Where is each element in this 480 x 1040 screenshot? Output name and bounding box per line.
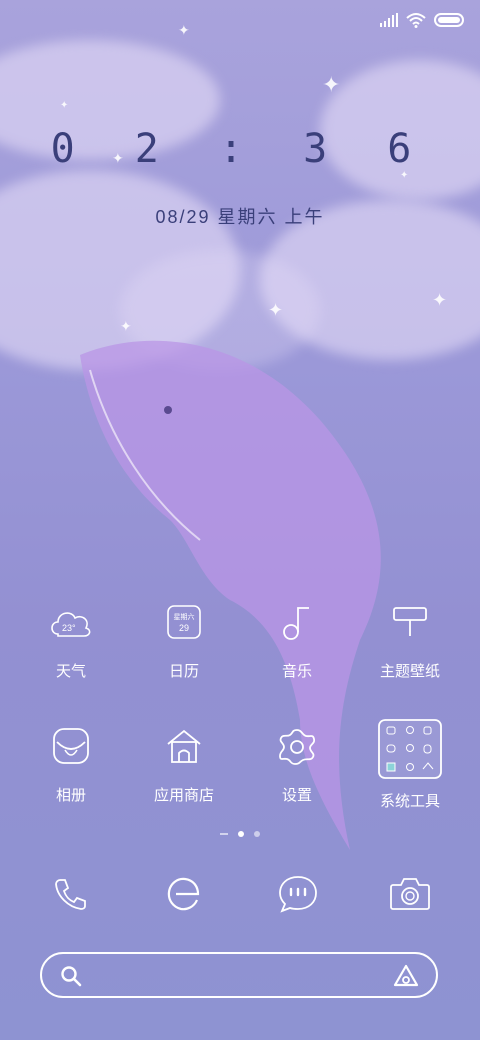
- page-indicator-dot: [254, 831, 260, 837]
- dock-messages[interactable]: [276, 872, 320, 916]
- browser-icon: [167, 877, 200, 911]
- app-label: 设置: [281, 787, 312, 804]
- assistant-icon[interactable]: [392, 963, 420, 989]
- cloud-icon: 23°: [45, 596, 97, 648]
- folder-grid-icon: [378, 719, 442, 779]
- status-bar: [380, 10, 466, 30]
- clock-date[interactable]: 08/29 星期六 上午: [0, 203, 480, 229]
- search-bar[interactable]: [40, 952, 438, 998]
- theme-brush-icon: [384, 596, 436, 648]
- app-store[interactable]: 应用商店: [129, 720, 239, 805]
- app-label: 音乐: [281, 663, 312, 680]
- app-themes[interactable]: 主题壁纸: [355, 596, 465, 681]
- app-gallery[interactable]: 相册: [16, 720, 126, 805]
- app-label: 应用商店: [153, 787, 214, 804]
- svg-text:星期六: 星期六: [174, 612, 195, 621]
- app-label: 天气: [55, 663, 86, 680]
- app-settings[interactable]: 设置: [242, 720, 352, 805]
- wifi-icon: [406, 13, 426, 28]
- svg-text:23°: 23°: [62, 623, 76, 633]
- app-label: 系统工具: [379, 793, 440, 810]
- app-music[interactable]: 音乐: [242, 596, 352, 681]
- svg-text:29: 29: [179, 623, 189, 633]
- camera-icon: [390, 878, 430, 910]
- dock-camera[interactable]: [388, 872, 432, 916]
- app-label: 主题壁纸: [379, 663, 440, 680]
- gear-icon: [271, 720, 323, 772]
- folder-system-tools[interactable]: 系统工具: [355, 719, 465, 811]
- page-indicator-dash: [220, 833, 228, 835]
- search-icon[interactable]: [60, 965, 82, 987]
- dock-phone[interactable]: [48, 872, 92, 916]
- page-indicator-dot-active: [238, 831, 244, 837]
- clock-time[interactable]: 0 2 : 3 6: [0, 126, 480, 172]
- calendar-icon: 星期六 29: [158, 596, 210, 648]
- battery-icon: [434, 13, 464, 27]
- store-house-icon: [158, 720, 210, 772]
- gallery-icon: [45, 720, 97, 772]
- signal-icon: [380, 13, 398, 27]
- app-label: 相册: [55, 787, 86, 804]
- app-calendar[interactable]: 星期六 29 日历: [129, 596, 239, 681]
- page-indicator: [0, 831, 480, 837]
- app-weather[interactable]: 23° 天气: [16, 596, 126, 681]
- phone-icon: [55, 879, 86, 910]
- music-note-icon: [271, 596, 323, 648]
- messages-icon: [279, 876, 317, 913]
- app-label: 日历: [168, 663, 199, 680]
- dock-browser[interactable]: [162, 872, 206, 916]
